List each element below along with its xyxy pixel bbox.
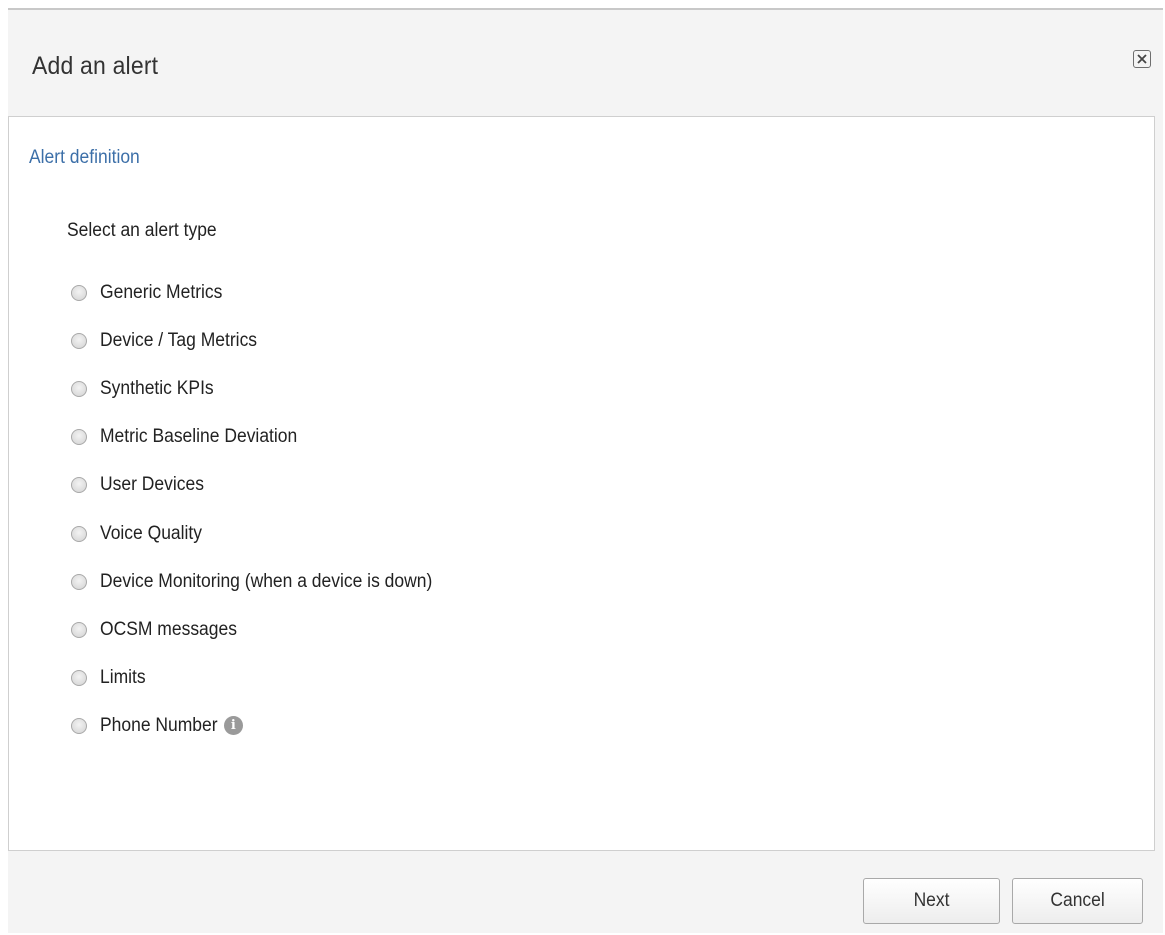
radio-button[interactable] [71, 333, 87, 350]
radio-button[interactable] [71, 669, 87, 686]
section-title: Alert definition [29, 147, 140, 168]
option-phone-number[interactable]: Phone Number i [71, 702, 461, 750]
dialog-footer: Next Cancel [8, 851, 1163, 933]
next-button-label: Next [913, 890, 950, 911]
option-label: Generic Metrics [100, 282, 223, 304]
option-label: Metric Baseline Deviation [100, 426, 298, 448]
radio-button[interactable] [71, 573, 87, 590]
option-user-devices[interactable]: User Devices [71, 461, 461, 509]
radio-button[interactable] [71, 381, 87, 398]
alert-definition-panel: Alert definition Select an alert type Ge… [8, 116, 1155, 851]
radio-button[interactable] [71, 429, 87, 446]
radio-button[interactable] [71, 285, 87, 302]
close-icon [1137, 54, 1147, 64]
next-button[interactable]: Next [863, 878, 1000, 924]
alert-type-prompt: Select an alert type [67, 220, 217, 241]
option-generic-metrics[interactable]: Generic Metrics [71, 269, 461, 317]
option-voice-quality[interactable]: Voice Quality [71, 509, 461, 557]
add-alert-dialog: Add an alert Alert definition Select an … [8, 8, 1163, 933]
info-icon[interactable]: i [223, 716, 243, 736]
option-label: Phone Number [100, 714, 218, 736]
option-limits[interactable]: Limits [71, 654, 461, 702]
option-label: Device Monitoring (when a device is down… [100, 570, 433, 592]
radio-button[interactable] [71, 525, 87, 542]
option-label: User Devices [100, 474, 204, 496]
dialog-header: Add an alert [8, 10, 1163, 116]
dialog-title: Add an alert [32, 52, 159, 80]
alert-type-options: Generic Metrics Device / Tag Metrics Syn… [71, 269, 461, 750]
option-synthetic-kpis[interactable]: Synthetic KPIs [71, 365, 461, 413]
option-label: Synthetic KPIs [100, 378, 214, 400]
cancel-button[interactable]: Cancel [1012, 878, 1143, 924]
option-ocsm-messages[interactable]: OCSM messages [71, 606, 461, 654]
radio-button[interactable] [71, 621, 87, 638]
option-label: Voice Quality [100, 522, 203, 544]
option-label: Device / Tag Metrics [100, 330, 258, 352]
close-button[interactable] [1133, 50, 1151, 68]
option-label: Limits [100, 666, 146, 688]
radio-button[interactable] [71, 717, 87, 734]
option-device-tag-metrics[interactable]: Device / Tag Metrics [71, 317, 461, 365]
option-metric-baseline-deviation[interactable]: Metric Baseline Deviation [71, 413, 461, 461]
radio-button[interactable] [71, 477, 87, 494]
cancel-button-label: Cancel [1050, 890, 1105, 911]
option-device-monitoring[interactable]: Device Monitoring (when a device is down… [71, 558, 461, 606]
option-label: OCSM messages [100, 618, 237, 640]
